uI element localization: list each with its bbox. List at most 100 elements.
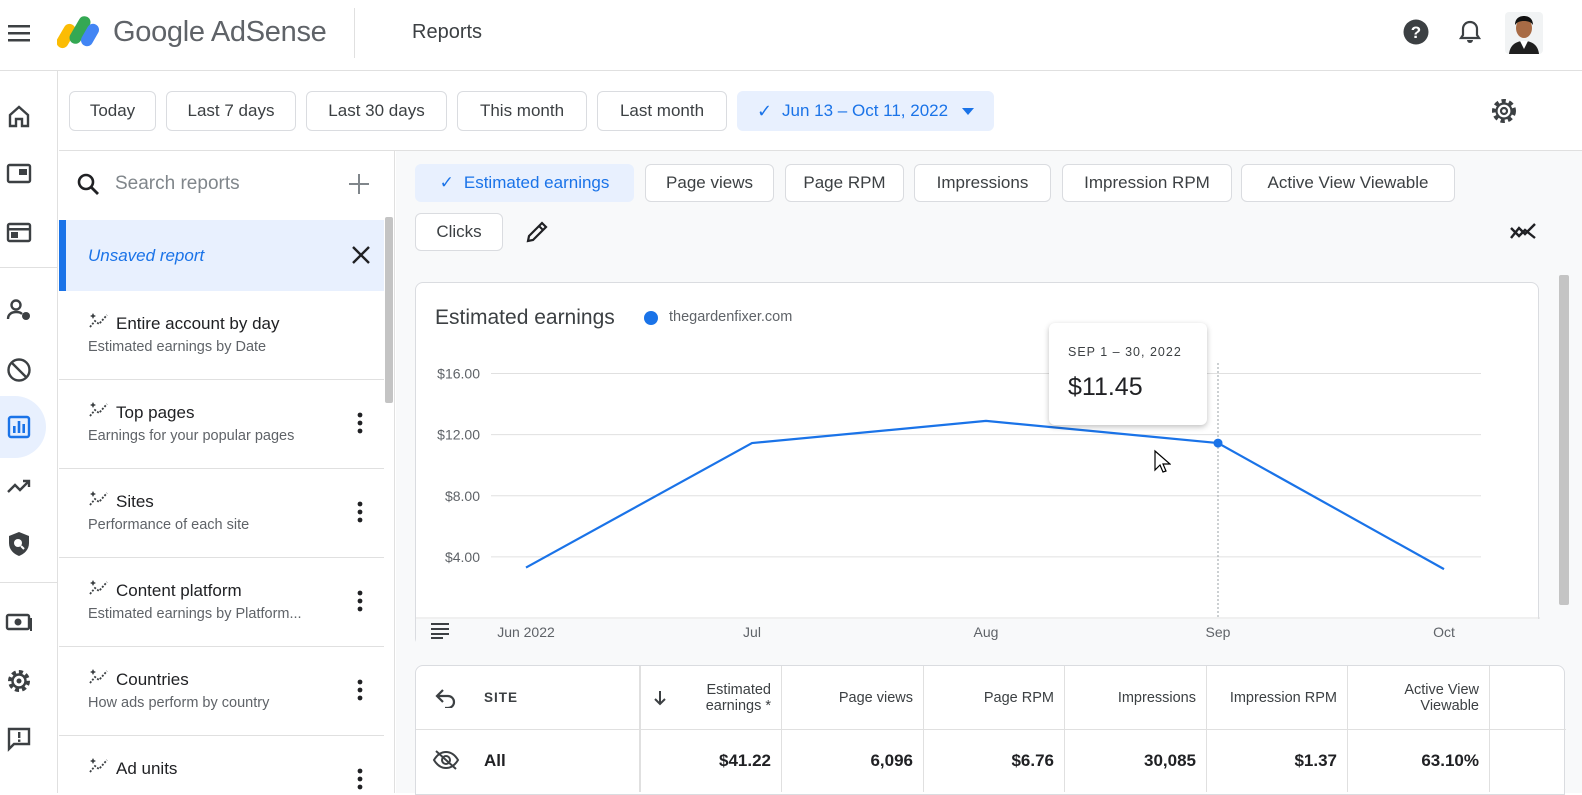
search-row — [59, 151, 394, 217]
add-report-icon[interactable] — [345, 170, 373, 198]
y-tick-label: $16.00 — [437, 366, 480, 382]
close-icon[interactable] — [348, 242, 374, 268]
date-chip-last-7-days[interactable]: Last 7 days — [166, 91, 296, 131]
report-item-content-platform[interactable]: Content platform Estimated earnings by P… — [59, 558, 384, 647]
sidebar-scrollbar[interactable] — [385, 217, 393, 403]
column-header-page-rpm[interactable]: Page RPM — [924, 666, 1065, 729]
reports-icon[interactable] — [4, 412, 34, 442]
report-settings-gear-icon[interactable] — [1489, 96, 1519, 126]
sites-icon[interactable] — [4, 159, 34, 189]
table-cell-impressions: 30,085 — [1065, 730, 1207, 792]
report-subtitle: How ads perform by country — [88, 695, 270, 711]
earnings-line-chart[interactable]: $4.00 $8.00 $12.00 $16.00 Jun 2022 Jul Aug Sep O… — [416, 283, 1540, 647]
report-title: Entire account by day — [116, 314, 280, 333]
svg-text:?: ? — [1411, 23, 1421, 42]
more-options-icon[interactable] — [349, 766, 371, 792]
table-cell-page-views: 6,096 — [782, 730, 924, 792]
date-range-dropdown[interactable]: ✓ Jun 13 – Oct 11, 2022 — [737, 91, 994, 131]
search-icon — [77, 173, 99, 195]
column-header-page-views[interactable]: Page views — [782, 666, 924, 729]
payments-icon[interactable] — [4, 607, 34, 637]
x-tick-label: Sep — [1206, 624, 1231, 640]
report-item-countries[interactable]: Countries How ads perform by country — [59, 647, 384, 736]
date-chip-this-month[interactable]: This month — [457, 91, 587, 131]
navigation-rail — [0, 71, 58, 793]
hamburger-menu-icon[interactable] — [6, 20, 32, 46]
more-options-icon[interactable] — [349, 499, 371, 525]
rail-separator — [0, 582, 58, 583]
metric-chip-estimated-earnings[interactable]: ✓ Estimated earnings — [415, 164, 634, 202]
edit-metrics-pencil-icon[interactable] — [523, 218, 551, 246]
report-subtitle: Estimated earnings by Platform... — [88, 606, 302, 622]
optimization-icon[interactable] — [4, 471, 34, 501]
dropdown-arrow-icon — [962, 107, 975, 115]
date-chip-last-30-days[interactable]: Last 30 days — [306, 91, 447, 131]
account-avatar[interactable] — [1505, 12, 1543, 54]
column-header-impressions[interactable]: Impressions — [1065, 666, 1207, 729]
feedback-icon[interactable] — [4, 724, 34, 754]
report-title: Top pages — [116, 403, 195, 422]
more-options-icon[interactable] — [349, 677, 371, 703]
column-header-site[interactable]: SITE — [416, 666, 640, 729]
brand-name: Google AdSense — [113, 16, 327, 48]
more-options-icon[interactable] — [349, 588, 371, 614]
table-cell-impression-rpm: $1.37 — [1207, 730, 1348, 792]
main-scrollbar[interactable] — [1559, 275, 1569, 605]
blocking-controls-icon[interactable] — [4, 355, 34, 385]
metric-chip-page-views[interactable]: Page views — [645, 164, 774, 202]
brand-safety-icon[interactable] — [4, 529, 34, 559]
table-cell-estimated-earnings: $41.22 — [640, 730, 782, 792]
report-item-sites[interactable]: Sites Performance of each site — [59, 469, 384, 558]
report-subtitle: Earnings for your popular pages — [88, 428, 295, 444]
report-item-ad-units[interactable]: Ad units — [59, 736, 384, 793]
unsaved-report-item[interactable]: Unsaved report — [59, 220, 384, 291]
y-tick-label: $4.00 — [445, 549, 480, 565]
sparkle-trend-icon — [89, 491, 108, 506]
metric-chip-clicks[interactable]: Clicks — [415, 213, 503, 251]
report-title: Sites — [116, 492, 154, 511]
date-filter-bar: Today Last 7 days Last 30 days This mont… — [59, 71, 1582, 151]
report-subtitle: Estimated earnings by Date — [88, 339, 267, 355]
notifications-bell-icon[interactable] — [1455, 17, 1485, 47]
tooltip-value: $11.45 — [1068, 373, 1143, 401]
metric-chip-impressions[interactable]: Impressions — [914, 164, 1051, 202]
top-app-bar: Google AdSense Reports ? — [0, 0, 1582, 71]
help-icon[interactable]: ? — [1401, 17, 1431, 47]
chart-tooltip: SEP 1 – 30, 2022 $11.45 — [1049, 323, 1207, 425]
metric-chip-impression-rpm[interactable]: Impression RPM — [1062, 164, 1232, 202]
ads-icon[interactable] — [4, 218, 34, 248]
earnings-chart-card: Estimated earnings thegardenfixer.com $4… — [415, 282, 1540, 647]
rail-separator — [0, 267, 58, 268]
privacy-messaging-icon[interactable] — [4, 295, 34, 325]
metric-chip-active-view-viewable[interactable]: Active View Viewable — [1241, 164, 1455, 202]
x-tick-label: Oct — [1433, 624, 1455, 640]
report-item-top-pages[interactable]: Top pages Earnings for your popular page… — [59, 380, 384, 469]
table-cell-page-rpm: $6.76 — [924, 730, 1065, 792]
column-header-estimated-earnings[interactable]: Estimated earnings * — [640, 666, 782, 729]
metric-chip-page-rpm[interactable]: Page RPM — [785, 164, 904, 202]
sparkle-trend-icon — [89, 402, 108, 417]
sparkle-trend-icon — [89, 758, 108, 773]
hide-row-eye-off-icon[interactable] — [432, 748, 460, 772]
check-icon: ✓ — [756, 100, 773, 121]
column-header-active-view-viewable[interactable]: Active View Viewable — [1348, 666, 1490, 729]
y-tick-label: $8.00 — [445, 488, 480, 504]
column-header-impression-rpm[interactable]: Impression RPM — [1207, 666, 1348, 729]
report-subtitle: Performance of each site — [88, 517, 250, 533]
sparkle-trend-icon — [89, 580, 108, 595]
more-options-icon[interactable] — [349, 410, 371, 436]
date-chip-today[interactable]: Today — [69, 91, 156, 131]
compare-trend-icon[interactable] — [1508, 219, 1538, 245]
search-reports-input[interactable] — [115, 169, 345, 199]
table-cell-site: All — [484, 730, 640, 792]
reports-sidebar: Unsaved report Entire account by day Est… — [59, 151, 395, 793]
settings-icon[interactable] — [4, 666, 34, 696]
home-icon[interactable] — [4, 101, 34, 131]
date-chip-last-month[interactable]: Last month — [597, 91, 727, 131]
report-main-area: ✓ Estimated earnings Page views Page RPM… — [396, 151, 1582, 795]
metric-chip-label: Estimated earnings — [463, 173, 610, 192]
report-item-entire-account-by-day[interactable]: Entire account by day Estimated earnings… — [59, 291, 384, 380]
data-point — [1213, 438, 1223, 448]
show-table-icon[interactable] — [430, 621, 452, 639]
report-title: Content platform — [116, 581, 242, 600]
